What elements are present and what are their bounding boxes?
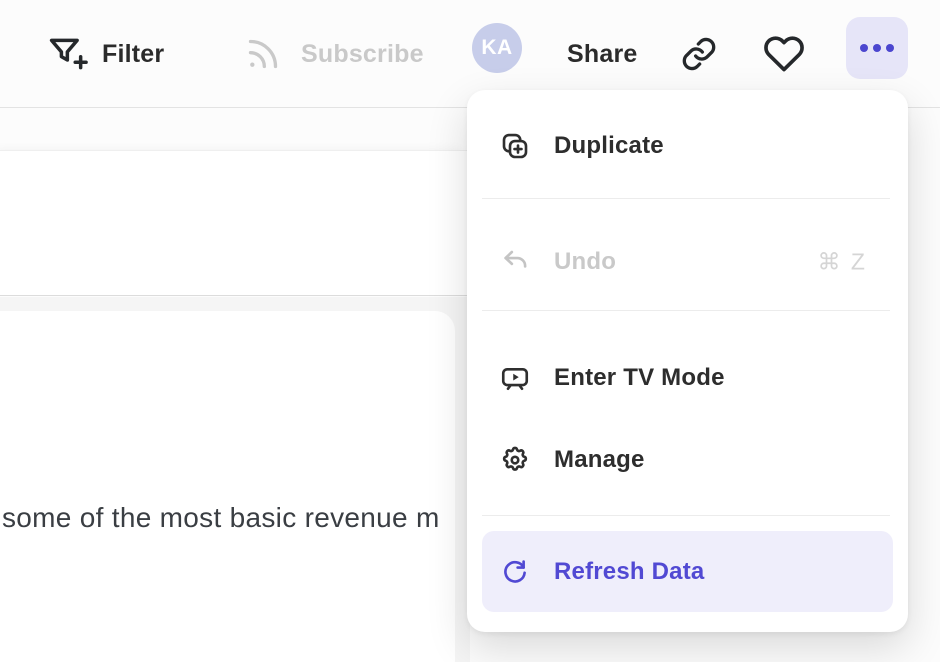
menu-item-label: Manage bbox=[554, 446, 645, 474]
heart-icon bbox=[762, 32, 806, 76]
menu-divider bbox=[482, 198, 890, 199]
menu-divider bbox=[482, 310, 890, 311]
menu-divider bbox=[482, 515, 890, 516]
undo-icon bbox=[500, 247, 530, 277]
filter-label: Filter bbox=[102, 40, 164, 69]
dashboard-description-text: some of the most basic revenue m bbox=[2, 502, 440, 534]
background-card-content: some of the most basic revenue m bbox=[0, 311, 455, 662]
ellipsis-icon bbox=[860, 44, 868, 52]
link-icon bbox=[679, 34, 719, 74]
keyboard-shortcut: ⌘ Z bbox=[818, 249, 867, 276]
menu-item-refresh-data[interactable]: Refresh Data bbox=[482, 531, 893, 612]
menu-item-undo: Undo ⌘ Z bbox=[482, 238, 893, 286]
menu-item-label: Enter TV Mode bbox=[554, 364, 725, 392]
menu-item-label: Refresh Data bbox=[554, 558, 704, 586]
menu-item-label: Undo bbox=[554, 248, 616, 276]
tv-icon bbox=[500, 363, 530, 393]
filter-plus-icon bbox=[46, 33, 88, 75]
more-options-button[interactable] bbox=[846, 17, 908, 79]
more-options-menu: Duplicate Undo ⌘ Z Enter TV M bbox=[467, 90, 908, 632]
menu-item-duplicate[interactable]: Duplicate bbox=[482, 122, 893, 170]
avatar[interactable]: KA bbox=[472, 23, 522, 73]
filter-button[interactable]: Filter bbox=[46, 0, 164, 108]
subscribe-button[interactable]: Subscribe bbox=[243, 0, 424, 108]
app-screen: some of the most basic revenue m Filter … bbox=[0, 0, 940, 662]
rss-icon bbox=[243, 34, 283, 74]
background-card-top bbox=[0, 150, 470, 296]
duplicate-icon bbox=[500, 131, 530, 161]
subscribe-label: Subscribe bbox=[301, 40, 424, 69]
refresh-icon bbox=[500, 557, 530, 587]
share-label: Share bbox=[567, 40, 637, 69]
menu-item-manage[interactable]: Manage bbox=[482, 436, 893, 484]
gear-icon bbox=[500, 445, 530, 475]
menu-item-enter-tv-mode[interactable]: Enter TV Mode bbox=[482, 354, 893, 402]
menu-item-label: Duplicate bbox=[554, 132, 664, 160]
